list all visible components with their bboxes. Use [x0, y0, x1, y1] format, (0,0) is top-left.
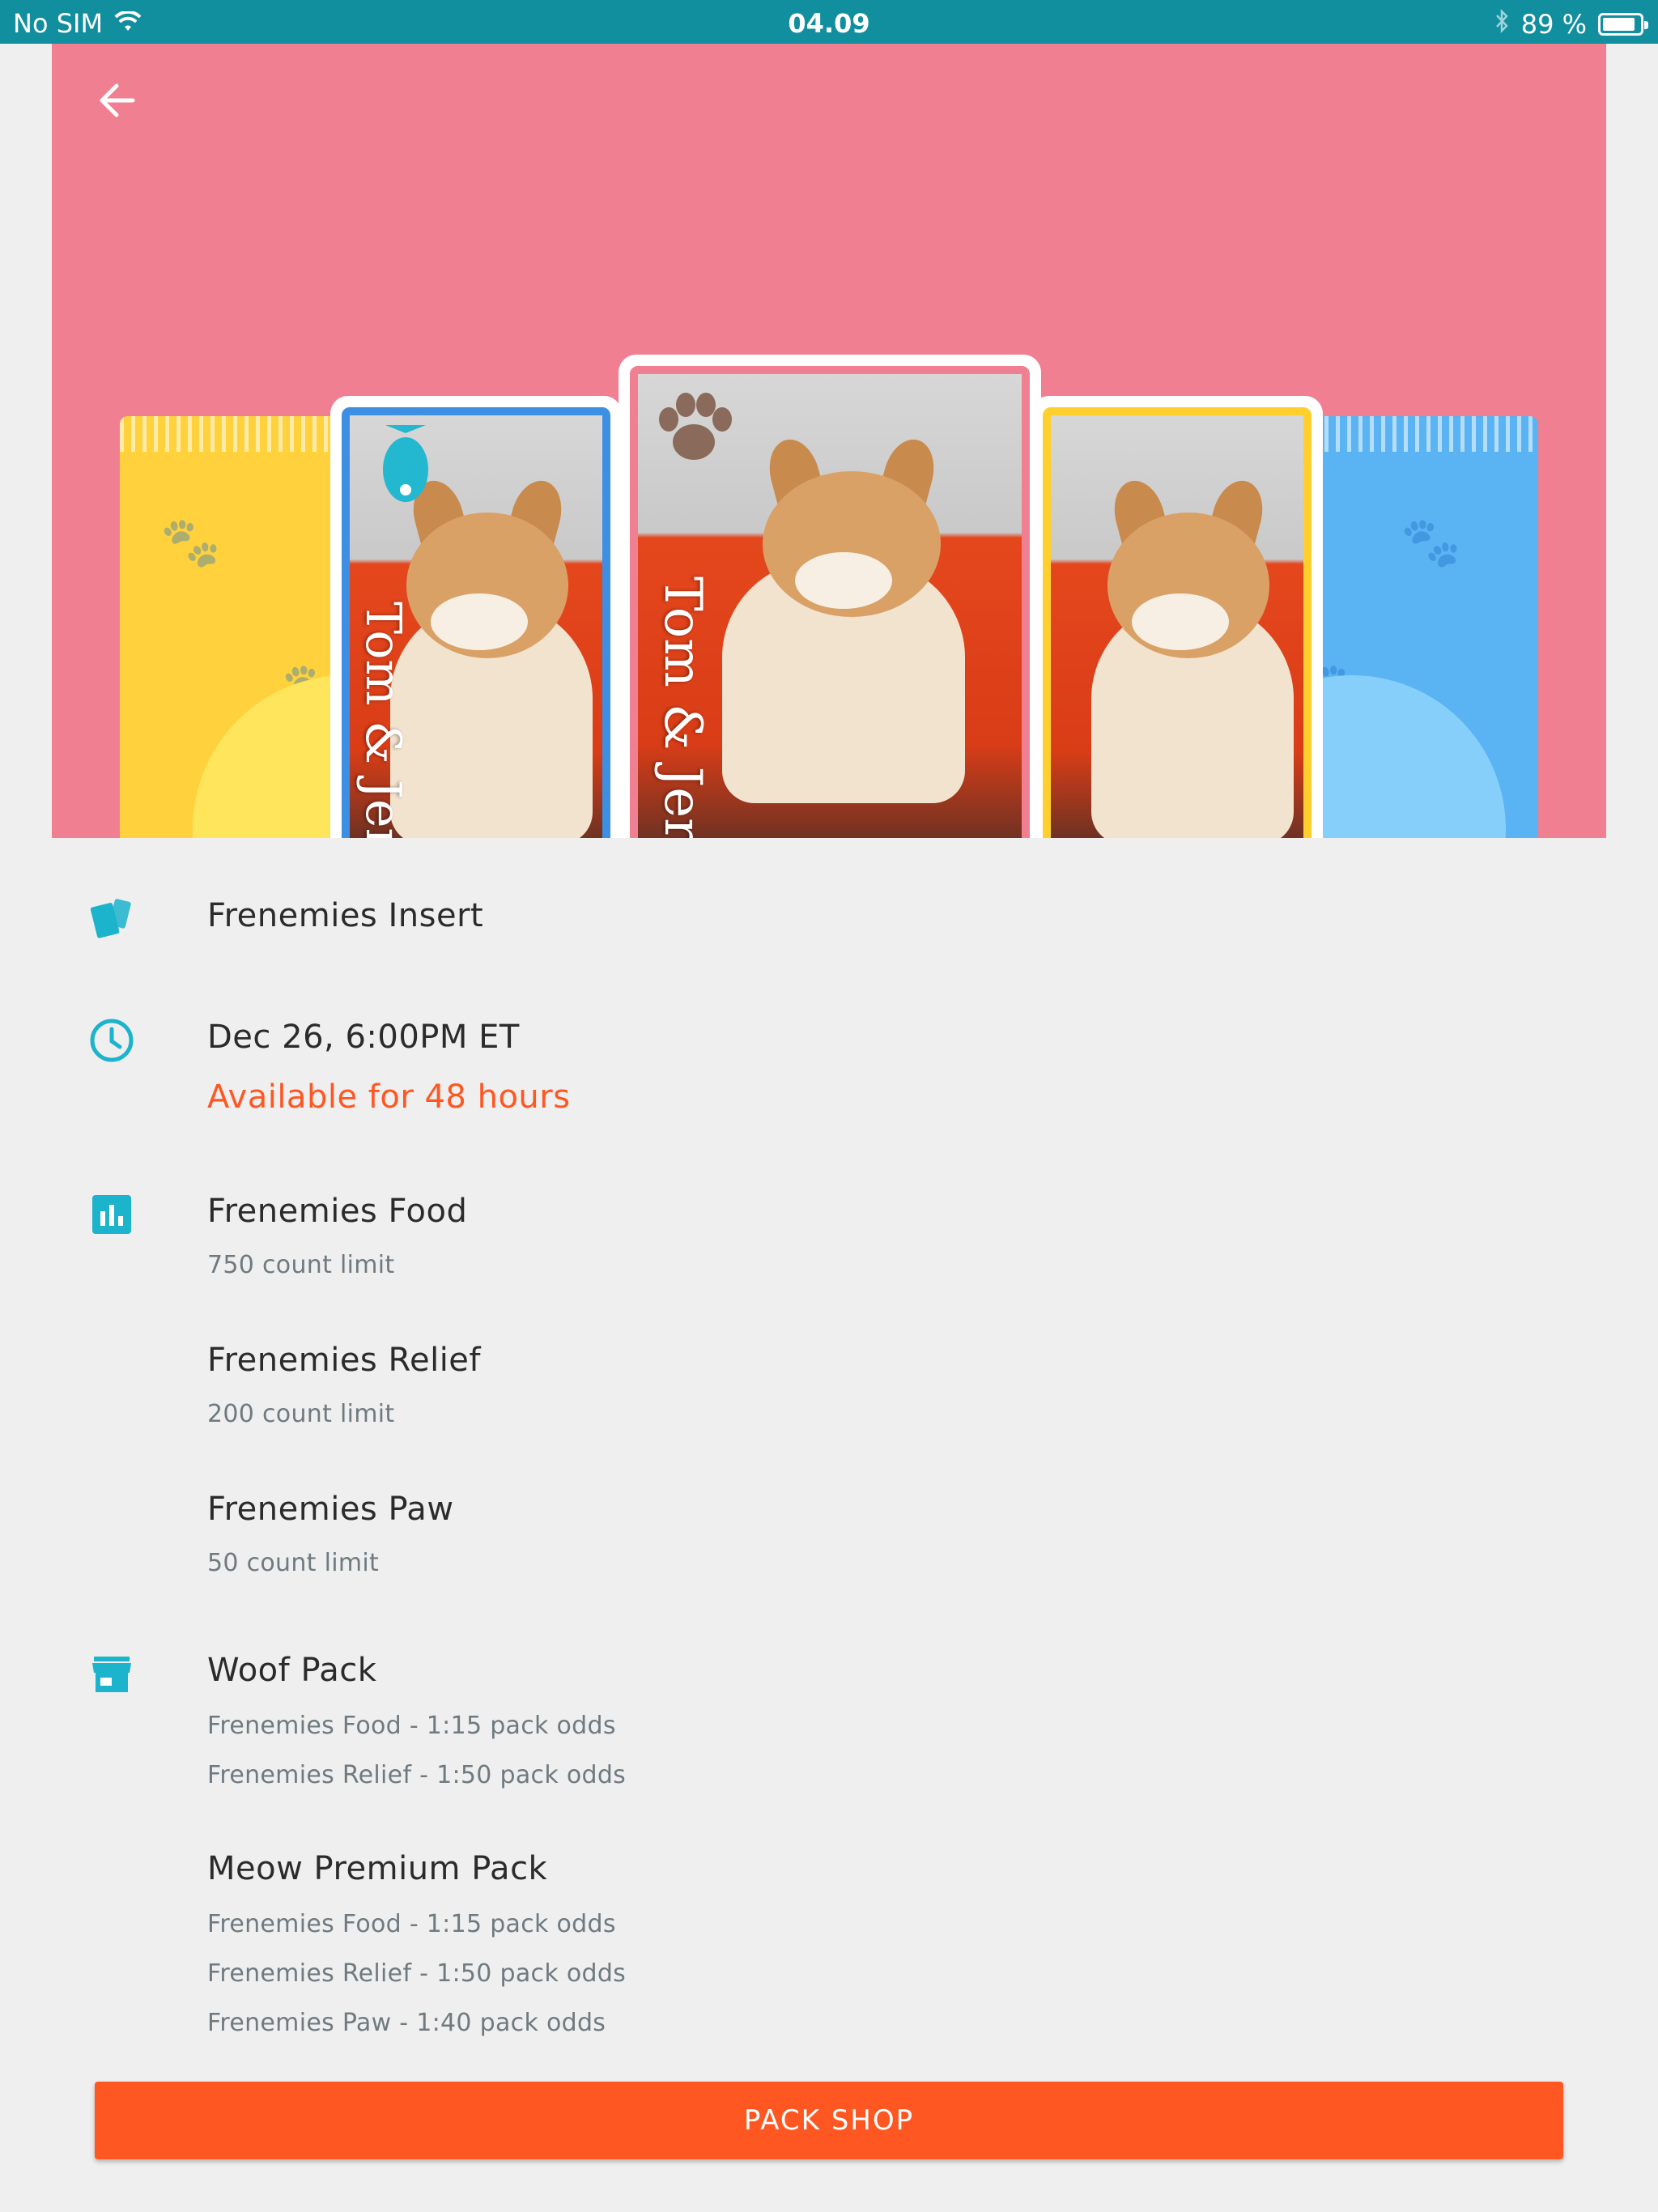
cards-icon	[89, 895, 134, 941]
availability-text: Available for 48 hours	[207, 1078, 571, 1116]
card-image-pink: Tom & Jerry	[619, 355, 1041, 838]
battery-percent: 89 %	[1520, 9, 1587, 40]
clock-icon	[89, 1018, 134, 1063]
arrow-left-icon	[100, 83, 135, 117]
battery-icon	[1598, 13, 1648, 36]
status-bar: No SIM 04.09 89 %	[0, 0, 1658, 44]
bluetooth-icon	[1494, 8, 1510, 40]
bar-chart-icon	[89, 1192, 134, 1237]
card-image-blue: Tom & Jerry	[330, 396, 622, 838]
limit-item-name: Frenemies Food	[207, 1193, 468, 1230]
limit-item-name: Frenemies Relief	[207, 1342, 481, 1379]
pack-name: Meow Premium Pack	[207, 1850, 548, 1887]
hero-banner: 🐾 🐾 🐾 🐾 Tom & Jerry Tom & Jerry	[52, 44, 1606, 838]
limit-item-count: 50 count limit	[207, 1549, 380, 1577]
paw-icon	[649, 384, 738, 473]
pack-odds: Frenemies Paw - 1:40 pack odds	[207, 2009, 606, 2037]
pack-name: Woof Pack	[207, 1652, 377, 1689]
pack-odds: Frenemies Relief - 1:50 pack odds	[207, 1959, 627, 1988]
fish-icon	[361, 425, 450, 514]
pack-odds: Frenemies Food - 1:15 pack odds	[207, 1910, 616, 1938]
pack-odds: Frenemies Food - 1:15 pack odds	[207, 1712, 616, 1740]
pack-shop-button[interactable]: PACK SHOP	[95, 2082, 1563, 2159]
limit-item-count: 200 count limit	[207, 1400, 395, 1428]
card-image-yellow	[1031, 396, 1323, 838]
release-date: Dec 26, 6:00PM ET	[207, 1019, 520, 1056]
card-title: Tom & Jerry	[355, 602, 411, 838]
back-button[interactable]	[84, 68, 149, 133]
pack-odds: Frenemies Relief - 1:50 pack odds	[207, 1761, 627, 1789]
status-time: 04.09	[788, 8, 870, 39]
store-icon	[89, 1652, 134, 1697]
status-right: 89 %	[1494, 8, 1648, 40]
card-title: Tom & Jerry	[653, 576, 712, 838]
insert-name: Frenemies Insert	[207, 897, 484, 934]
limit-item-count: 750 count limit	[207, 1251, 395, 1279]
limit-item-name: Frenemies Paw	[207, 1491, 454, 1528]
